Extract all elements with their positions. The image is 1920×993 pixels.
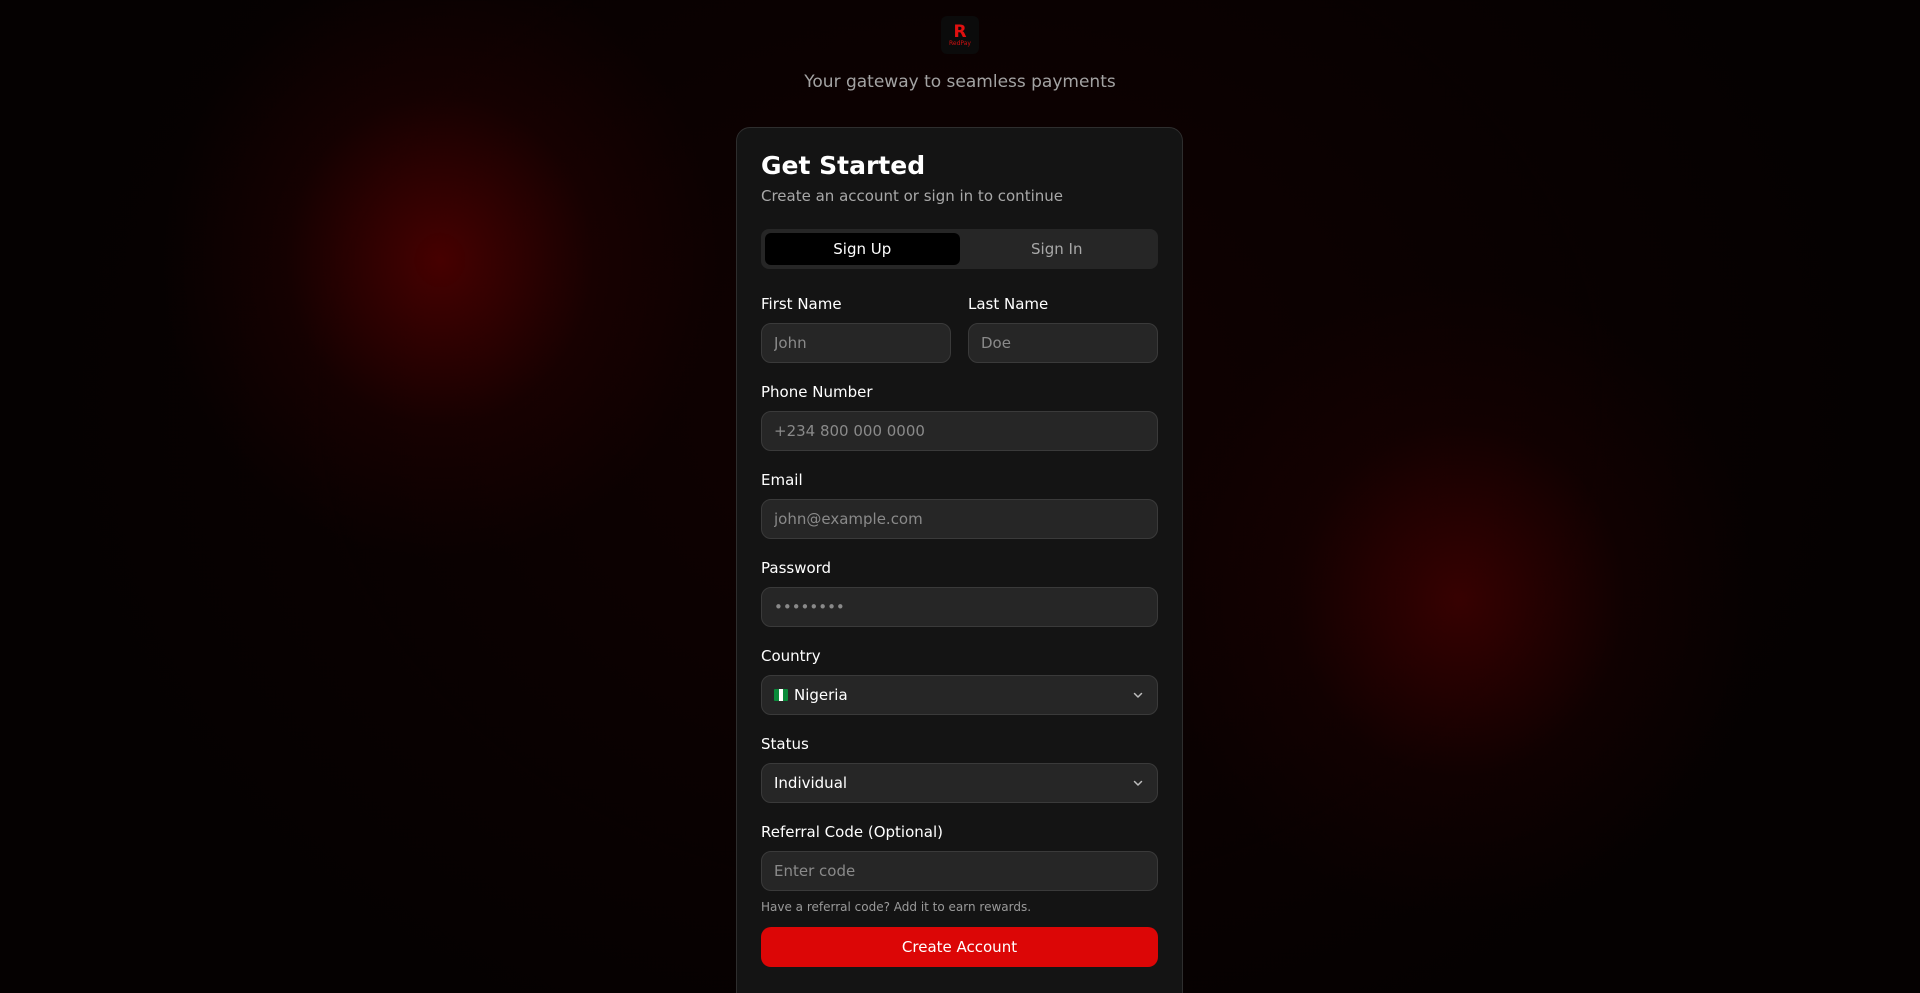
brand-logo: R RedPay — [941, 16, 979, 54]
auth-tabs: Sign Up Sign In — [761, 229, 1158, 269]
password-group: Password — [761, 559, 1158, 627]
tagline: Your gateway to seamless payments — [804, 72, 1116, 92]
phone-group: Phone Number — [761, 383, 1158, 451]
phone-label: Phone Number — [761, 383, 873, 401]
chevron-down-icon — [1133, 780, 1143, 786]
status-value: Individual — [774, 774, 848, 792]
create-account-button[interactable]: Create Account — [761, 927, 1158, 967]
phone-input[interactable] — [761, 411, 1158, 451]
logo-text: RedPay — [949, 39, 971, 47]
chevron-down-icon — [1133, 692, 1143, 698]
referral-group: Referral Code (Optional) Have a referral… — [761, 823, 1158, 914]
first-name-group: First Name — [761, 295, 951, 363]
referral-input[interactable] — [761, 851, 1158, 891]
status-group: Status Individual — [761, 735, 1158, 803]
last-name-group: Last Name — [968, 295, 1158, 363]
auth-card: Get Started Create an account or sign in… — [736, 127, 1183, 993]
first-name-label: First Name — [761, 295, 842, 313]
nigeria-flag-icon — [774, 689, 788, 701]
country-select[interactable]: Nigeria — [761, 675, 1158, 715]
referral-label: Referral Code (Optional) — [761, 823, 943, 841]
last-name-label: Last Name — [968, 295, 1049, 313]
country-label: Country — [761, 647, 821, 665]
tab-sign-in[interactable]: Sign In — [960, 233, 1155, 265]
card-subtitle: Create an account or sign in to continue — [761, 187, 1063, 205]
card-title: Get Started — [761, 151, 926, 180]
country-value: Nigeria — [794, 686, 848, 704]
password-input[interactable] — [761, 587, 1158, 627]
logo-mark: R — [953, 21, 967, 42]
status-select[interactable]: Individual — [761, 763, 1158, 803]
tab-sign-up[interactable]: Sign Up — [765, 233, 960, 265]
country-group: Country Nigeria — [761, 647, 1158, 715]
first-name-input[interactable] — [761, 323, 951, 363]
status-label: Status — [761, 735, 809, 753]
last-name-input[interactable] — [968, 323, 1158, 363]
referral-hint: Have a referral code? Add it to earn rew… — [761, 900, 1032, 914]
email-group: Email — [761, 471, 1158, 539]
email-label: Email — [761, 471, 803, 489]
email-input[interactable] — [761, 499, 1158, 539]
password-label: Password — [761, 559, 832, 577]
country-value-wrap: Nigeria — [774, 686, 848, 704]
name-row: First Name Last Name — [761, 295, 1158, 363]
